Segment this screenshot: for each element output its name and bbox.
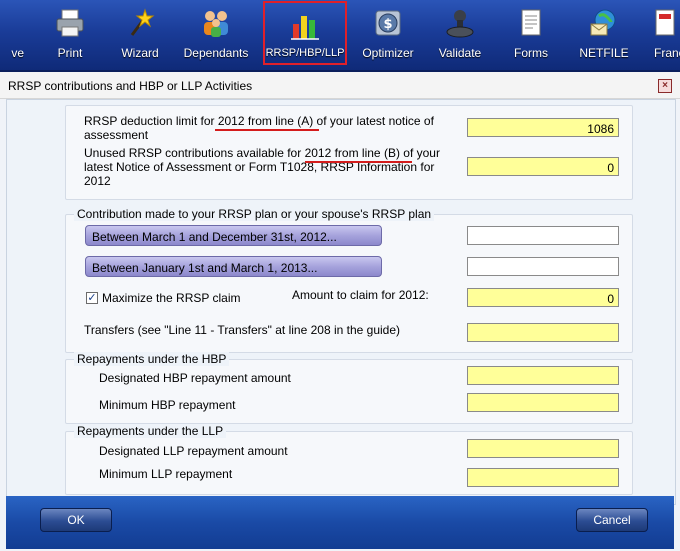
stamp-icon (446, 10, 474, 38)
llp-minimum-field (467, 468, 619, 487)
period2-field[interactable] (467, 257, 619, 276)
transfers-field[interactable] (467, 323, 619, 342)
period1-field[interactable] (467, 226, 619, 245)
magic-wand-icon (130, 8, 155, 36)
toolbar-optimizer-button[interactable]: $ Optimizer (356, 0, 420, 66)
forms-document-icon (521, 9, 541, 36)
toolbar-francais-button[interactable]: Franc (646, 0, 680, 66)
deduction-limit-field[interactable]: 1086 (467, 118, 619, 137)
llp-designated-field[interactable] (467, 439, 619, 458)
toolbar-forms-button[interactable]: Forms (500, 0, 562, 66)
dialog-titlebar: RRSP contributions and HBP or LLP Activi… (0, 72, 680, 99)
printer-icon (56, 9, 84, 37)
close-icon[interactable]: × (658, 79, 672, 93)
toolbar-francais-label: Franc (654, 46, 680, 60)
maximize-label: Maximize the RRSP claim (102, 291, 241, 305)
globe-envelope-icon (590, 9, 616, 36)
toolbar-wizard-button[interactable]: Wizard (108, 0, 172, 66)
toolbar-save-label: ve (11, 46, 24, 60)
toolbar-save-button[interactable]: ve (0, 0, 24, 66)
optimizer-dollar-icon: $ (375, 10, 401, 36)
unused-contrib-label-3: 2012 (84, 174, 111, 188)
hbp-designated-label: Designated HBP repayment amount (99, 371, 291, 385)
toolbar-dependants-label: Dependants (183, 46, 249, 60)
toolbar-wizard-label: Wizard (121, 46, 159, 60)
annotation-underline-a (215, 129, 319, 131)
toolbar-validate-button[interactable]: Validate (428, 0, 492, 66)
ok-button[interactable]: OK (40, 508, 112, 532)
llp-designated-label: Designated LLP repayment amount (99, 444, 288, 458)
svg-text:$: $ (383, 17, 392, 32)
toolbar-print-label: Print (57, 46, 83, 60)
people-icon (204, 11, 228, 37)
claim-amount-label: Amount to claim for 2012: (292, 288, 429, 302)
period1-button[interactable]: Between March 1 and December 31st, 2012.… (85, 225, 382, 246)
deduction-limit-label-1: RRSP deduction limit for 2012 from line … (84, 114, 434, 128)
maximize-checkbox[interactable]: ✓ (86, 292, 98, 304)
hbp-minimum-field (467, 393, 619, 412)
main-toolbar: ve Print Wizard Dependants RRSP/HBP/LLP … (0, 0, 680, 72)
toolbar-rrsp-button[interactable]: RRSP/HBP/LLP (263, 1, 347, 65)
hbp-group-title: Repayments under the HBP (74, 352, 230, 366)
hbp-minimum-label: Minimum HBP repayment (99, 398, 236, 412)
language-document-icon (655, 9, 675, 36)
period2-button[interactable]: Between January 1st and March 1, 2013... (85, 256, 382, 277)
deduction-limit-label-2: assessment (84, 128, 149, 142)
bar-chart-icon (291, 16, 319, 40)
contribution-group-title: Contribution made to your RRSP plan or y… (74, 207, 435, 221)
toolbar-netfile-label: NETFILE (579, 46, 629, 60)
toolbar-rrsp-label: RRSP/HBP/LLP (265, 47, 345, 59)
toolbar-optimizer-label: Optimizer (362, 46, 414, 60)
toolbar-netfile-button[interactable]: NETFILE (570, 0, 638, 66)
cancel-button[interactable]: Cancel (576, 508, 648, 532)
toolbar-dependants-button[interactable]: Dependants (180, 0, 252, 66)
claim-amount-field[interactable]: 0 (467, 288, 619, 307)
toolbar-validate-label: Validate (438, 46, 482, 60)
toolbar-print-button[interactable]: Print (40, 0, 100, 66)
annotation-underline-b (305, 161, 412, 163)
dialog-title: RRSP contributions and HBP or LLP Activi… (8, 79, 253, 93)
hbp-designated-field[interactable] (467, 366, 619, 385)
dialog-content: RRSP deduction limit for 2012 from line … (6, 99, 676, 505)
llp-minimum-label: Minimum LLP repayment (99, 467, 233, 481)
llp-group-title: Repayments under the LLP (74, 424, 227, 438)
rrsp-dialog: RRSP contributions and HBP or LLP Activi… (0, 72, 680, 551)
unused-contrib-field[interactable]: 0 (467, 157, 619, 176)
dialog-footer: OK Cancel (6, 496, 674, 549)
toolbar-forms-label: Forms (514, 46, 548, 60)
transfers-label: Transfers (see "Line 11 - Transfers" at … (84, 323, 401, 337)
unused-contrib-label-1: Unused RRSP contributions available for … (84, 146, 440, 160)
